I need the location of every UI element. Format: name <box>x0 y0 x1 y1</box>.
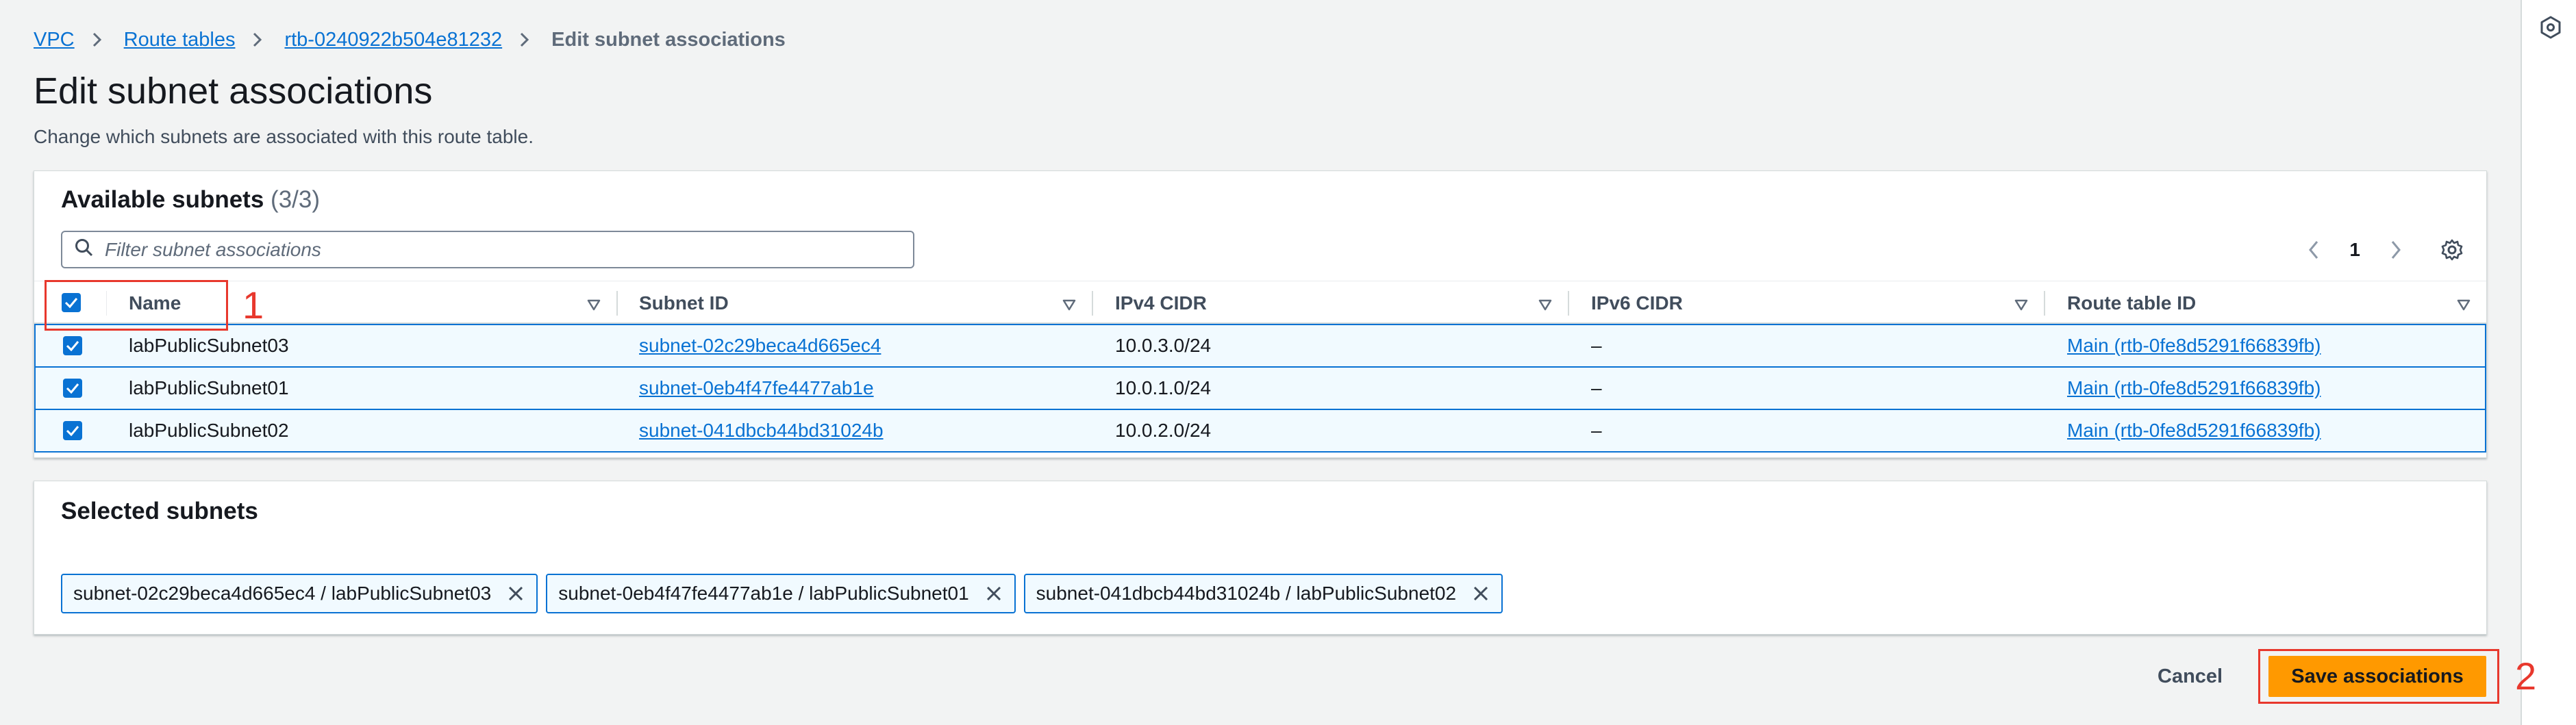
row-checkbox[interactable] <box>63 336 82 355</box>
chip-label: subnet-02c29beca4d665ec4 / labPublicSubn… <box>73 583 492 604</box>
annotation-label-1: 1 <box>242 283 264 327</box>
column-separator[interactable] <box>616 291 618 316</box>
available-subnets-panel: Available subnets (3/3) 1 <box>34 170 2487 458</box>
selected-subnets-panel: Selected subnets subnet-02c29beca4d665ec… <box>34 481 2487 635</box>
breadcrumb-route-tables[interactable]: Route tables <box>124 29 236 51</box>
cell-ipv6-cidr: – <box>1591 420 1602 441</box>
sort-caret-icon[interactable] <box>2014 295 2029 311</box>
table-row[interactable]: labPublicSubnet01 subnet-0eb4f47fe4477ab… <box>34 366 2486 410</box>
subnet-id-link[interactable]: subnet-0eb4f47fe4477ab1e <box>639 377 874 399</box>
column-header-ipv6-cidr[interactable]: IPv6 CIDR <box>1591 281 2044 325</box>
sort-caret-icon[interactable] <box>1062 295 1077 311</box>
column-separator[interactable] <box>1092 291 1093 316</box>
breadcrumb-current: Edit subnet associations <box>551 28 786 51</box>
cell-name: labPublicSubnet02 <box>129 420 289 441</box>
column-header-ipv4-cidr[interactable]: IPv4 CIDR <box>1115 281 1568 325</box>
subnet-id-link[interactable]: subnet-02c29beca4d665ec4 <box>639 335 881 357</box>
column-separator[interactable] <box>1568 291 1569 316</box>
breadcrumb-vpc[interactable]: VPC <box>34 29 75 51</box>
cell-ipv4-cidr: 10.0.3.0/24 <box>1115 335 1212 356</box>
sort-caret-icon[interactable] <box>586 295 601 311</box>
annotation-label-2: 2 <box>2515 654 2537 698</box>
cell-ipv4-cidr: 10.0.2.0/24 <box>1115 420 1212 441</box>
chip-label: subnet-0eb4f47fe4477ab1e / labPublicSubn… <box>558 583 969 604</box>
breadcrumb: VPC Route tables rtb-0240922b504e81232 E… <box>34 26 786 53</box>
filter-input[interactable] <box>105 238 892 261</box>
table-header: Name Subnet ID IPv4 CIDR IPv6 CIDR Route… <box>34 281 2486 324</box>
prev-page-icon[interactable] <box>2300 236 2327 264</box>
selected-subnet-chip: subnet-041dbcb44bd31024b / labPublicSubn… <box>1023 574 1503 613</box>
chevron-right-icon <box>92 32 106 47</box>
annotation-box-1 <box>45 280 228 331</box>
page-title: Edit subnet associations <box>34 71 433 112</box>
page-description: Change which subnets are associated with… <box>34 126 534 147</box>
close-icon[interactable] <box>984 584 1003 603</box>
column-separator[interactable] <box>2044 291 2045 316</box>
filter-subnet-associations[interactable] <box>61 231 914 268</box>
right-utility-bar <box>2521 0 2576 725</box>
close-icon[interactable] <box>506 584 525 603</box>
route-table-link[interactable]: Main (rtb-0fe8d5291f66839fb) <box>2067 335 2321 357</box>
search-icon <box>75 238 94 261</box>
cancel-button[interactable]: Cancel <box>2144 656 2236 697</box>
column-label-ipv6-cidr: IPv6 CIDR <box>1591 292 1683 314</box>
column-label-route-table-id: Route table ID <box>2067 292 2197 314</box>
table-body: labPublicSubnet03 subnet-02c29beca4d665e… <box>34 324 2486 453</box>
cell-ipv4-cidr: 10.0.1.0/24 <box>1115 377 1212 398</box>
pagination: 1 <box>2300 233 2466 267</box>
breadcrumb-route-table-id[interactable]: rtb-0240922b504e81232 <box>284 29 502 51</box>
column-label-subnet-id: Subnet ID <box>639 292 729 314</box>
chevron-right-icon <box>253 32 266 47</box>
available-subnets-title: Available subnets (3/3) <box>61 186 320 214</box>
sort-caret-icon[interactable] <box>1538 295 1553 311</box>
subnet-id-link[interactable]: subnet-041dbcb44bd31024b <box>639 420 884 442</box>
subnets-table: Name Subnet ID IPv4 CIDR IPv6 CIDR Route… <box>34 281 2486 453</box>
column-label-ipv4-cidr: IPv4 CIDR <box>1115 292 1207 314</box>
chevron-right-icon <box>520 32 534 47</box>
selected-subnet-chip: subnet-02c29beca4d665ec4 / labPublicSubn… <box>61 574 538 613</box>
route-table-link[interactable]: Main (rtb-0fe8d5291f66839fb) <box>2067 377 2321 399</box>
cell-ipv6-cidr: – <box>1591 335 1602 356</box>
selected-subnets-title: Selected subnets <box>61 498 258 524</box>
row-checkbox[interactable] <box>63 421 82 440</box>
chip-label: subnet-041dbcb44bd31024b / labPublicSubn… <box>1036 583 1457 604</box>
sort-caret-icon[interactable] <box>2456 295 2471 311</box>
column-header-route-table-id[interactable]: Route table ID <box>2067 281 2486 325</box>
selected-subnet-chip: subnet-0eb4f47fe4477ab1e / labPublicSubn… <box>546 574 1016 613</box>
cell-ipv6-cidr: – <box>1591 377 1602 398</box>
table-row[interactable]: labPublicSubnet03 subnet-02c29beca4d665e… <box>34 324 2486 368</box>
next-page-icon[interactable] <box>2382 236 2410 264</box>
close-icon[interactable] <box>1471 584 1490 603</box>
selected-chips: subnet-02c29beca4d665ec4 / labPublicSubn… <box>61 574 1511 613</box>
gear-icon[interactable] <box>2438 236 2466 264</box>
main-content: VPC Route tables rtb-0240922b504e81232 E… <box>0 0 2536 725</box>
annotation-box-2 <box>2258 649 2499 704</box>
available-subnets-heading: Available subnets <box>61 186 264 213</box>
row-checkbox[interactable] <box>63 379 82 398</box>
hexagon-settings-icon[interactable] <box>2538 15 2563 40</box>
table-row[interactable]: labPublicSubnet02 subnet-041dbcb44bd3102… <box>34 409 2486 453</box>
cell-name: labPublicSubnet01 <box>129 377 289 398</box>
available-subnets-count: (3/3) <box>271 186 321 213</box>
cell-name: labPublicSubnet03 <box>129 335 289 356</box>
column-header-subnet-id[interactable]: Subnet ID <box>639 281 1092 325</box>
current-page-number[interactable]: 1 <box>2349 239 2360 261</box>
route-table-link[interactable]: Main (rtb-0fe8d5291f66839fb) <box>2067 420 2321 442</box>
